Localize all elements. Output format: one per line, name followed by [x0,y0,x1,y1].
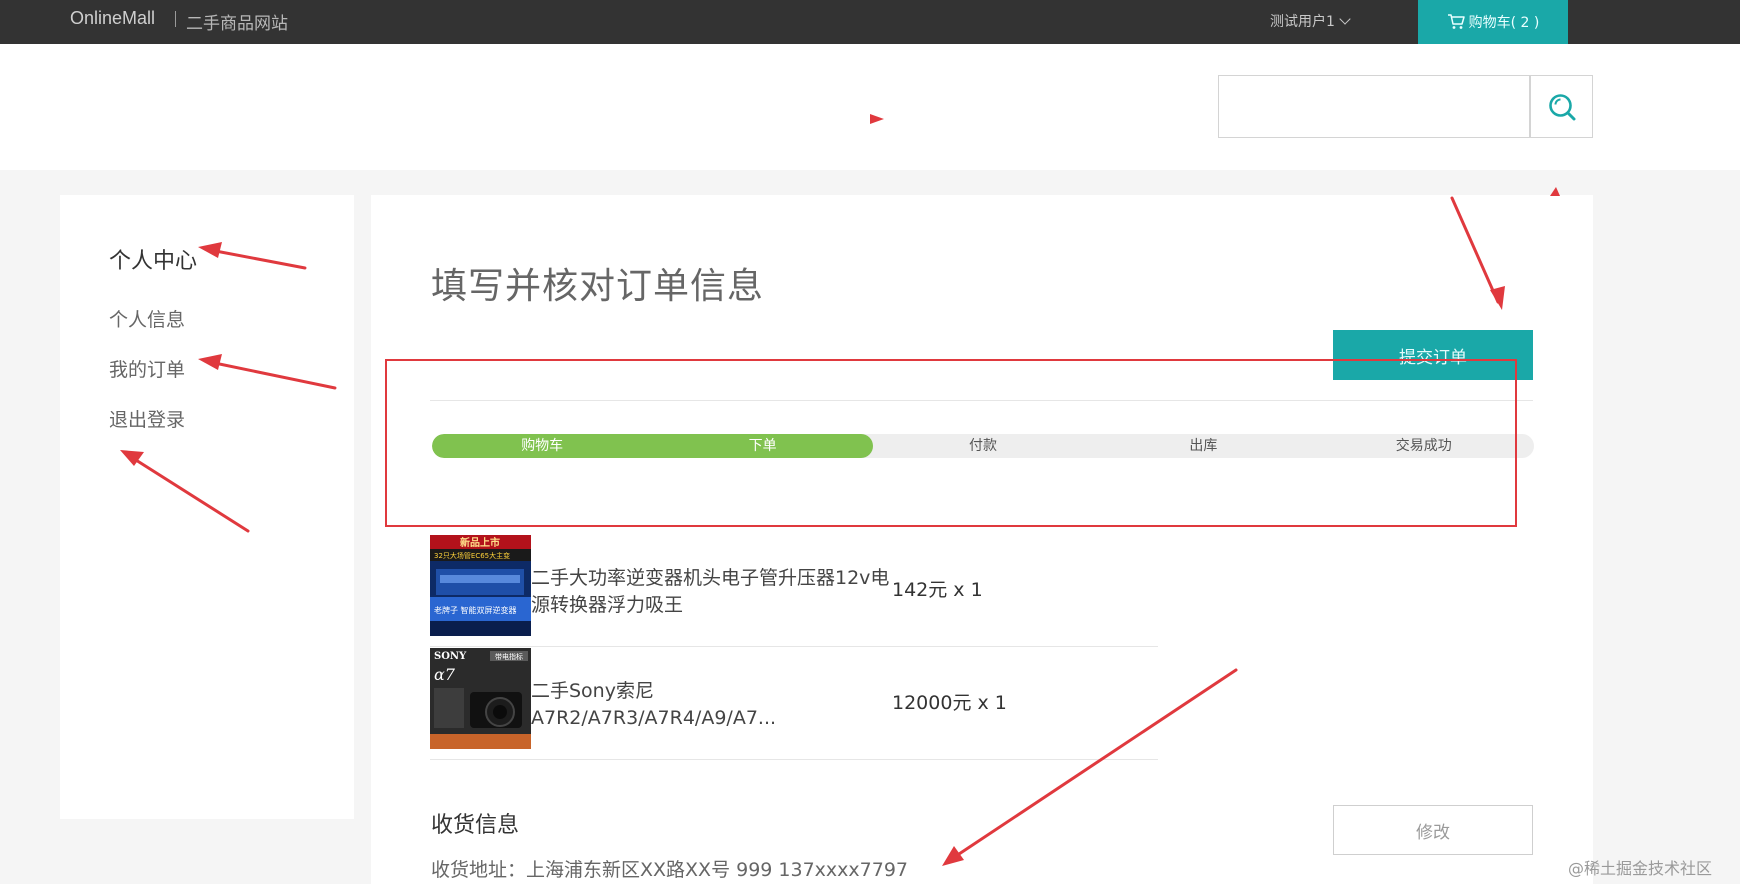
search-button[interactable] [1530,75,1593,138]
order-item: 新品上市 32只大场管EC65大主变 老牌子 智能双屏逆变器 二手大功率逆变器机… [430,535,1158,647]
progress-step: 付款 [969,438,997,454]
chevron-down-icon [1339,12,1351,25]
top-bar: OnlineMall 二手商品网站 测试用户1 购物车( 2 ) [0,0,1740,44]
thumb-line2: 老牌子 智能双屏逆变器 [434,605,517,615]
thumb-tag: 带电指标 [495,652,523,661]
user-name: 测试用户1 [1270,14,1335,30]
sidebar-item-orders[interactable]: 我的订单 [109,355,185,382]
sidebar: 个人中心 个人信息 我的订单 退出登录 [60,195,354,819]
product-name[interactable]: 二手Sony索尼A7R2/A7R3/A7R4/A9/A7... [531,678,891,732]
progress-step: 出库 [1189,438,1218,454]
search-input[interactable] [1218,75,1530,138]
edit-address-button[interactable]: 修改 [1333,805,1533,855]
divider [430,400,1533,401]
sidebar-title: 个人中心 [109,249,198,274]
product-price: 142元 x 1 [892,579,983,601]
cart-icon [1447,14,1465,29]
sidebar-item-profile[interactable]: 个人信息 [109,305,185,332]
shipping-address: 收货地址：上海浦东新区XX路XX号 999 137xxxx7797 [431,859,909,881]
thumb-brand: SONY [434,651,467,662]
brand-logo[interactable]: OnlineMall [70,8,155,29]
user-menu[interactable]: 测试用户1 [1270,11,1351,31]
product-thumbnail-inverter[interactable]: 新品上市 32只大场管EC65大主变 老牌子 智能双屏逆变器 [430,535,531,636]
page-title: 填写并核对订单信息 [431,266,765,307]
watermark: @稀土掘金技术社区 [1568,859,1713,878]
sidebar-item-logout[interactable]: 退出登录 [109,405,185,432]
product-price: 12000元 x 1 [892,692,1007,714]
order-item: SONY 带电指标 α7 二手Sony索尼A7R2/A7R3/A7R4/A9/A… [430,648,1158,760]
progress-step: 下单 [748,438,777,454]
brand-subtitle: 二手商品网站 [186,14,288,34]
shipping-title: 收货信息 [431,813,520,838]
order-progress-bar: 购物车 下单 付款 出库 交易成功 [432,434,1534,458]
thumb-model: α7 [434,665,456,684]
brand-divider [175,11,176,27]
cart-button[interactable]: 购物车( 2 ) [1418,0,1568,44]
cart-label: 购物车( 2 ) [1468,15,1540,31]
product-name[interactable]: 二手大功率逆变器机头电子管升压器12v电源转换器浮力吸王 [531,565,891,619]
order-panel: 填写并核对订单信息 提交订单 购物车 下单 付款 出库 交易成功 新品上市 32只大场管… [371,195,1593,884]
progress-step: 交易成功 [1395,438,1452,454]
thumb-banner: 新品上市 [460,536,500,549]
product-thumbnail-camera[interactable]: SONY 带电指标 α7 [430,648,531,749]
progress-step: 购物车 [521,438,564,454]
search-icon [1548,93,1575,120]
submit-order-button[interactable]: 提交订单 [1333,330,1533,380]
thumb-line1: 32只大场管EC65大主变 [434,551,510,560]
